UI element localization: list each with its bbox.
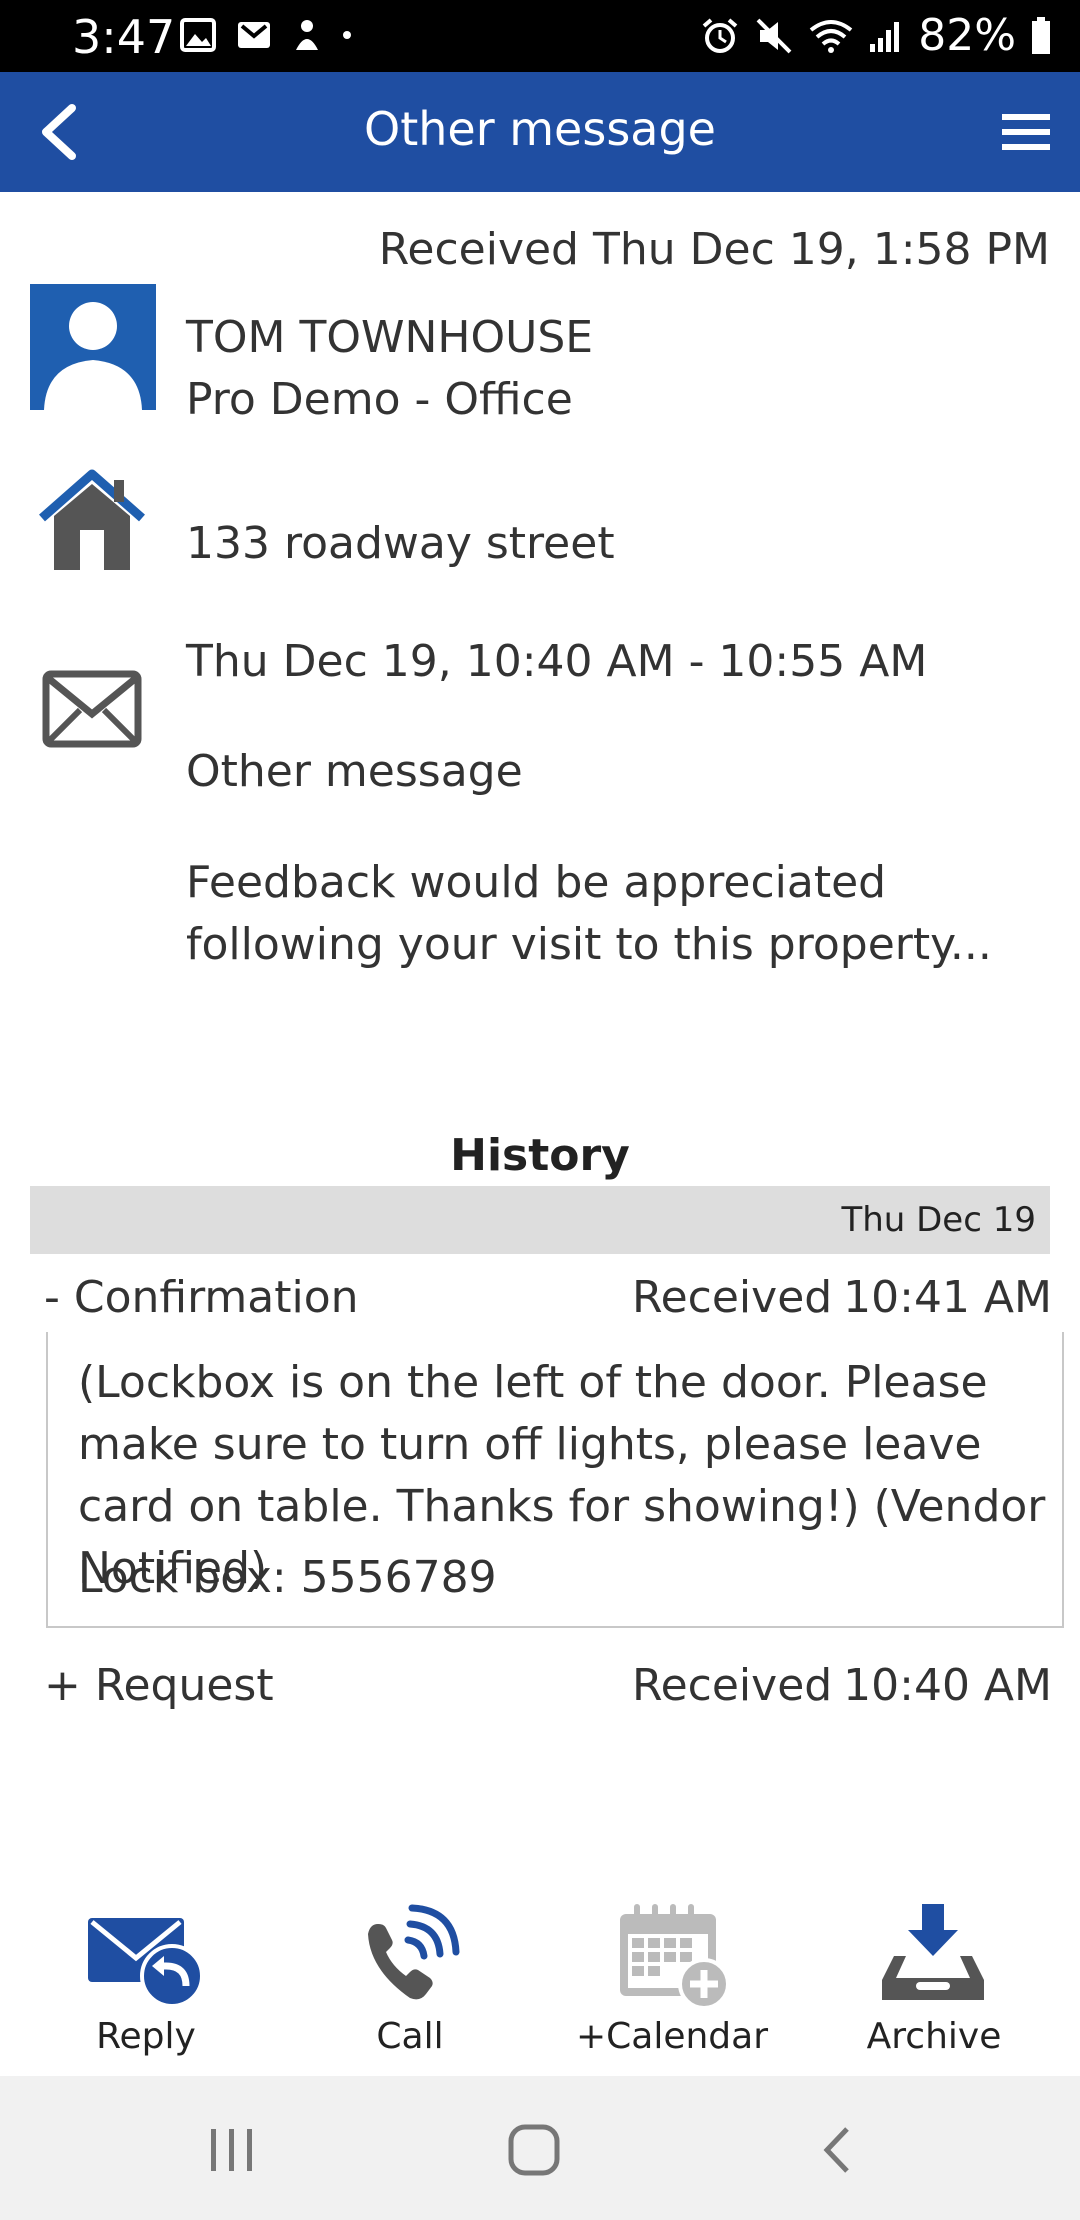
hamburger-menu-icon bbox=[1002, 114, 1050, 150]
contact-name: TOM TOWNHOUSE bbox=[186, 312, 594, 363]
lockbox-code: Lock box: 5556789 bbox=[78, 1552, 497, 1603]
back-arrow-icon bbox=[823, 2127, 849, 2173]
envelope-icon bbox=[42, 670, 142, 748]
history-entry-label: - Confirmation bbox=[44, 1272, 359, 1323]
status-right: 82% bbox=[700, 10, 1052, 61]
house-icon bbox=[39, 469, 145, 570]
notification-icons bbox=[180, 18, 352, 52]
history-entry-status: Received bbox=[632, 1660, 833, 1711]
menu-button[interactable] bbox=[990, 96, 1062, 168]
history-date-bar: Thu Dec 19 bbox=[30, 1186, 1050, 1254]
wifi-icon bbox=[809, 19, 853, 53]
archive-tray-icon bbox=[882, 1904, 984, 2000]
message-type: Other message bbox=[186, 746, 523, 797]
system-back-button[interactable] bbox=[796, 2120, 876, 2180]
system-nav-bar bbox=[0, 2076, 1080, 2220]
app-bar: Other message bbox=[0, 72, 1080, 192]
history-heading: History bbox=[450, 1130, 630, 1181]
add-calendar-icon bbox=[620, 1904, 730, 2010]
battery-icon bbox=[1032, 16, 1050, 54]
reply-mail-icon bbox=[88, 1918, 204, 2008]
history-entry-confirmation[interactable]: - Confirmation Received 10:41 AM bbox=[44, 1272, 1052, 1332]
archive-button[interactable]: Archive bbox=[824, 1900, 1044, 2076]
alarm-icon bbox=[702, 17, 738, 53]
appointment-time: Thu Dec 19, 10:40 AM - 10:55 AM bbox=[186, 636, 928, 687]
recents-button[interactable] bbox=[192, 2120, 272, 2180]
archive-label: Archive bbox=[866, 2016, 1002, 2057]
history-entry-label: + Request bbox=[44, 1660, 274, 1711]
image-icon bbox=[180, 18, 216, 52]
history-entry-request[interactable]: + Request Received 10:40 AM bbox=[44, 1660, 1052, 1720]
history-entry-status: Received bbox=[632, 1272, 833, 1323]
recents-icon bbox=[211, 2129, 252, 2171]
history-entry-time: 10:40 AM bbox=[843, 1660, 1052, 1711]
history-entry-detail: (Lockbox is on the left of the door. Ple… bbox=[46, 1332, 1064, 1628]
property-address: 133 roadway street bbox=[186, 518, 615, 569]
status-time: 3:47 bbox=[72, 10, 176, 64]
person-icon bbox=[296, 20, 318, 50]
dot-icon bbox=[343, 31, 351, 39]
signal-icon bbox=[870, 21, 900, 52]
battery-percent: 82% bbox=[918, 10, 1016, 61]
received-timestamp: Received Thu Dec 19, 1:58 PM bbox=[378, 224, 1050, 275]
reply-button[interactable]: Reply bbox=[36, 1900, 256, 2076]
reply-label: Reply bbox=[96, 2016, 196, 2057]
calendar-label: +Calendar bbox=[575, 2016, 769, 2057]
person-silhouette-icon bbox=[44, 302, 142, 410]
status-bar: 3:47 82% bbox=[0, 0, 1080, 72]
phone-call-icon bbox=[368, 1904, 460, 2000]
message-body: Feedback would be appreciated following … bbox=[186, 857, 992, 970]
home-button[interactable] bbox=[494, 2120, 574, 2180]
call-label: Call bbox=[376, 2016, 444, 2057]
home-icon bbox=[508, 2124, 560, 2176]
page-title: Other message bbox=[364, 102, 716, 156]
add-calendar-button[interactable]: +Calendar bbox=[562, 1900, 782, 2076]
action-bar: Reply Call +Calendar Archive bbox=[0, 1900, 1080, 2076]
history-date: Thu Dec 19 bbox=[841, 1200, 1036, 1240]
contact-office: Pro Demo - Office bbox=[186, 374, 573, 425]
call-button[interactable]: Call bbox=[300, 1900, 520, 2076]
avatar bbox=[30, 284, 156, 410]
gmail-icon bbox=[238, 22, 270, 48]
mute-icon bbox=[756, 18, 792, 53]
history-entry-time: 10:41 AM bbox=[843, 1272, 1052, 1323]
